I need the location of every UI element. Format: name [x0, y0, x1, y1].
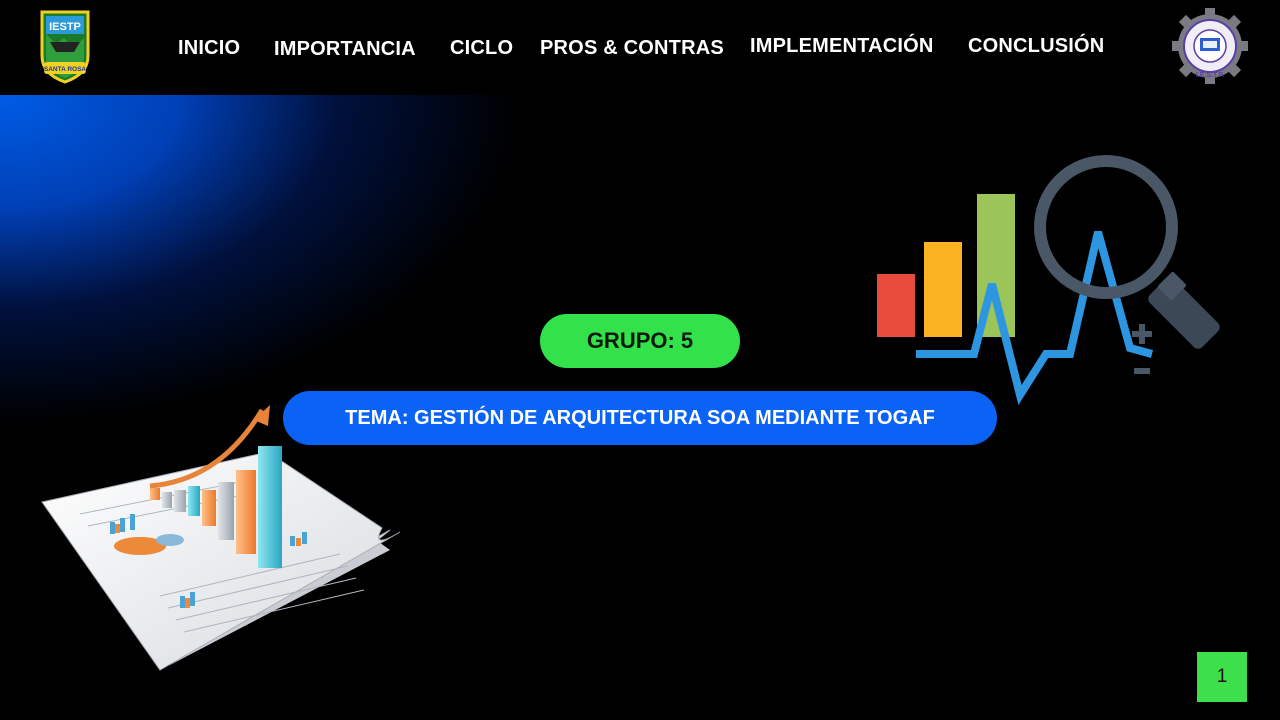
- nav-inicio[interactable]: INICIO: [178, 37, 240, 60]
- orange-bar-shape: [924, 242, 962, 337]
- nav-importancia[interactable]: IMPORTANCIA: [274, 38, 416, 61]
- topic-label: TEMA: GESTIÓN DE ARQUITECTURA SOA MEDIAN…: [283, 391, 997, 445]
- page-number: 1: [1197, 652, 1247, 702]
- group-label: GRUPO: 5: [540, 314, 740, 368]
- svg-text:I.E.S.T.P.: I.E.S.T.P.: [1196, 72, 1224, 79]
- red-bar-shape: [877, 274, 915, 337]
- nav-pros-contras[interactable]: PROS & CONTRAS: [540, 37, 724, 60]
- analytics-chart-magnifier-icon: [870, 150, 1240, 405]
- nav-implementacion[interactable]: IMPLEMENTACIÓN: [750, 35, 934, 58]
- nav-conclusion[interactable]: CONCLUSIÓN: [968, 35, 1104, 58]
- school-crest-icon: IESTP SANTA ROSA: [36, 8, 94, 84]
- top-navigation-bar: IESTP SANTA ROSA INICIO IMPORTANCIA CICL…: [0, 0, 1280, 95]
- svg-text:IESTP: IESTP: [49, 21, 81, 33]
- minus-icon: [1134, 368, 1150, 374]
- nav-ciclo[interactable]: CICLO: [450, 37, 513, 60]
- institute-gear-seal-icon: I.E.S.T.P.: [1172, 8, 1248, 84]
- svg-text:SANTA ROSA: SANTA ROSA: [44, 66, 87, 73]
